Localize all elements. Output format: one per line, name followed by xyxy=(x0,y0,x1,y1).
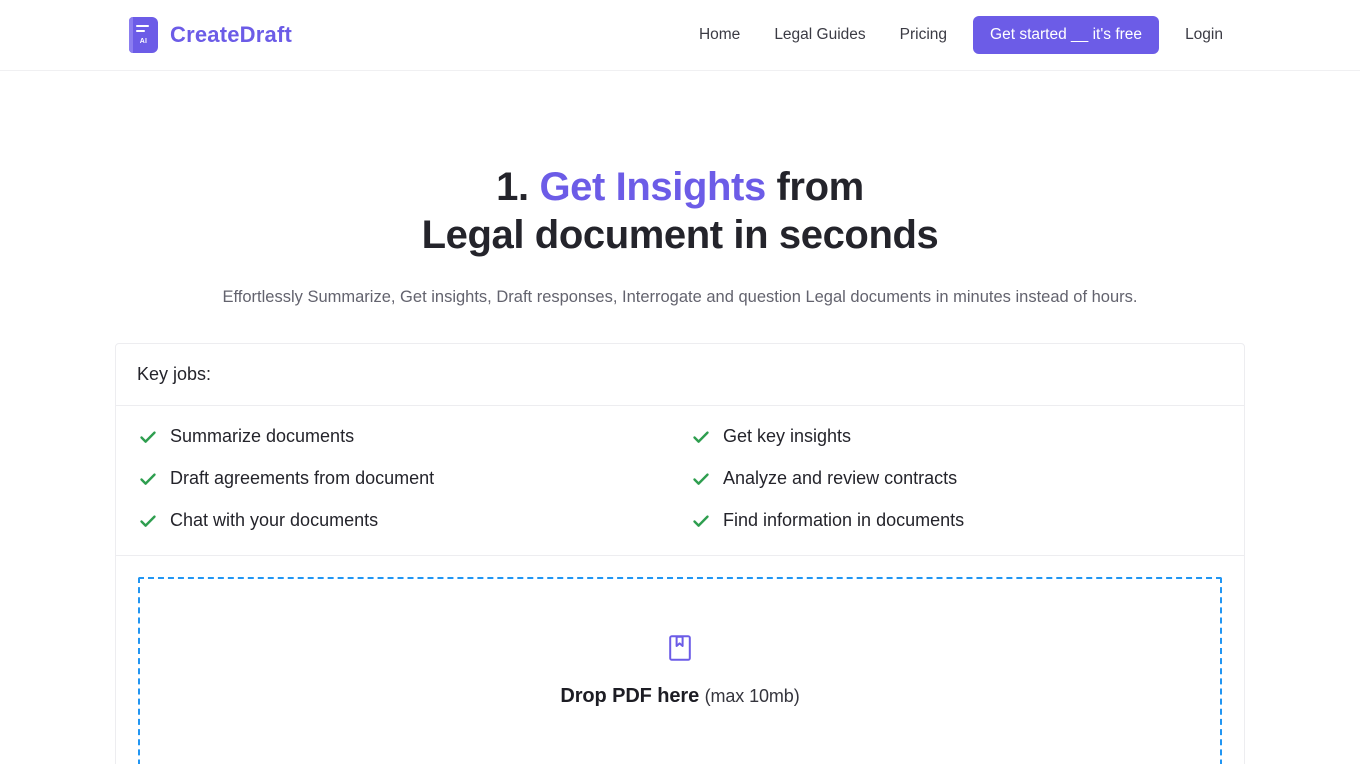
page-title: 1. Get Insights from Legal document in s… xyxy=(0,163,1360,259)
hero-title-rest: from xyxy=(776,165,865,209)
list-item-label: Draft agreements from document xyxy=(170,468,435,488)
dropzone-container: Drop PDF here (max 10mb) xyxy=(116,556,1244,764)
logo-line-1 xyxy=(136,25,149,27)
nav-link-login[interactable]: Login xyxy=(1168,26,1240,44)
logo-line-2 xyxy=(136,30,145,32)
list-item-label: Find information in documents xyxy=(723,510,965,530)
check-icon xyxy=(140,472,156,485)
hero-title-line2: Legal document in seconds xyxy=(421,213,939,257)
nav-link-home[interactable]: Home xyxy=(682,26,757,44)
pdf-dropzone[interactable]: Drop PDF here (max 10mb) xyxy=(138,577,1222,764)
key-jobs-header: Key jobs: xyxy=(116,344,1244,406)
list-item-label: Get key insights xyxy=(723,426,852,446)
check-icon xyxy=(140,430,156,443)
hero-title-step: 1. xyxy=(496,165,529,209)
list-item: Summarize documents xyxy=(137,426,680,447)
hero-subtitle: Effortlessly Summarize, Get insights, Dr… xyxy=(222,288,1138,306)
check-icon xyxy=(140,514,156,527)
list-item: Find information in documents xyxy=(680,510,1223,531)
nav-link-pricing[interactable]: Pricing xyxy=(883,26,964,44)
hero-section: 1. Get Insights from Legal document in s… xyxy=(0,71,1360,309)
dropzone-label-limit: (max 10mb) xyxy=(704,686,800,706)
nav-link-legal-guides[interactable]: Legal Guides xyxy=(757,26,882,44)
list-item-label: Summarize documents xyxy=(170,426,355,446)
get-started-button[interactable]: Get started __ it's free xyxy=(973,16,1160,54)
list-item: Chat with your documents xyxy=(137,510,680,531)
check-icon xyxy=(693,514,709,527)
list-item: Draft agreements from document xyxy=(137,468,680,489)
dropzone-label: Drop PDF here (max 10mb) xyxy=(560,685,799,708)
logo-ai-label: AI xyxy=(139,38,148,45)
site-header: AI CreateDraft Home Legal Guides Pricing… xyxy=(0,0,1360,71)
check-icon xyxy=(693,472,709,485)
list-item: Get key insights xyxy=(680,426,1223,447)
key-jobs-card: Key jobs: Summarize documents Get key in… xyxy=(115,343,1245,764)
list-item-label: Chat with your documents xyxy=(170,510,379,530)
check-icon xyxy=(693,430,709,443)
createdraft-logo-icon: AI xyxy=(129,17,158,53)
key-jobs-title: Key jobs: xyxy=(137,364,212,384)
logo-spine xyxy=(129,17,133,53)
hero-title-accent: Get Insights xyxy=(539,165,766,209)
key-jobs-list: Summarize documents Get key insights Dra… xyxy=(116,406,1244,556)
list-item-label: Analyze and review contracts xyxy=(723,468,958,488)
brand-name: CreateDraft xyxy=(170,22,293,47)
main-navigation: Home Legal Guides Pricing Get started __… xyxy=(682,16,1240,54)
dropzone-label-strong: Drop PDF here xyxy=(560,685,700,707)
brand-logo[interactable]: AI CreateDraft xyxy=(129,17,292,53)
list-item: Analyze and review contracts xyxy=(680,468,1223,489)
book-bookmark-icon xyxy=(669,635,691,666)
